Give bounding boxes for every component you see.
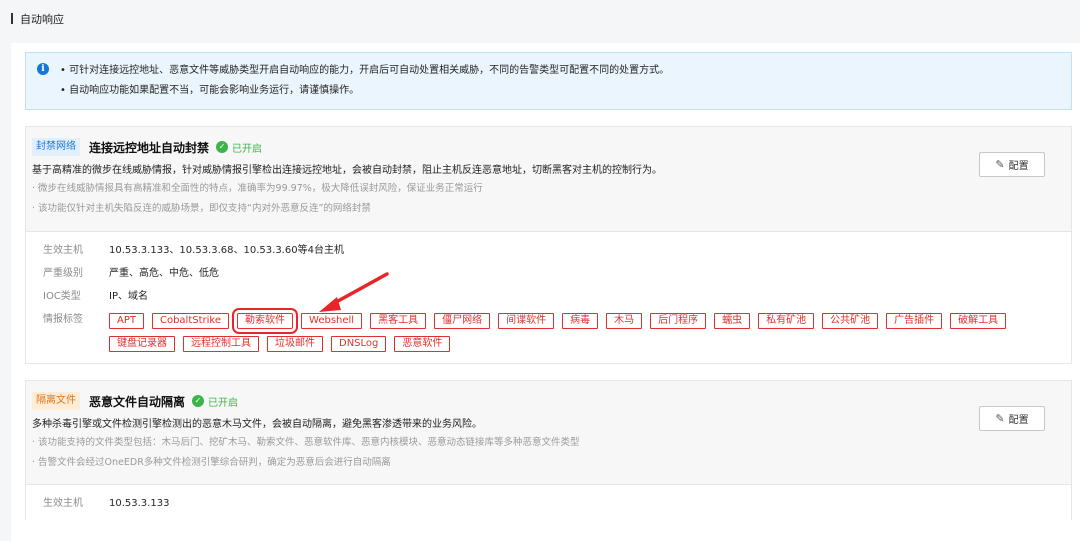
intel-tag: 广告插件 [886, 313, 943, 329]
card-note: · 该功能仅针对主机失陷反连的威胁场景，即仅支持“内对外恶意反连”的网络封禁 [32, 203, 371, 214]
row-value: IP、域名 [109, 291, 148, 302]
intel-tag: 远程控制工具 [183, 336, 259, 352]
intel-tag: 公共矿池 [822, 313, 879, 329]
notice-line: • 自动响应功能如果配置不当，可能会影响业务运行，请谨慎操作。 [60, 85, 360, 96]
intel-tag: DNSLog [331, 336, 387, 352]
row-value: 10.53.3.133、10.53.3.68、10.53.3.60等4台主机 [109, 245, 344, 256]
card-title: 恶意文件自动隔离 [89, 394, 186, 409]
card-description: 多种杀毒引擎或文件检测引擎检测出的恶意木马文件，会被自动隔离，避免黑客渗透带来的… [32, 419, 482, 430]
card-file-quarantine: 隔离文件 恶意文件自动隔离 ✓ 已开启 多种杀毒引擎或文件检测引擎检测出的恶意木… [25, 380, 1072, 520]
row-ioc: IOC类型 IP、域名 [43, 290, 1071, 313]
card-body: 生效主机 10.53.3.133、10.53.3.68、10.53.3.60等4… [26, 232, 1071, 359]
row-value: 严重、高危、中危、低危 [109, 268, 219, 279]
pencil-icon: ✎ [995, 412, 1005, 425]
notice-banner: i • 可针对连接远控地址、恶意文件等威胁类型开启自动响应的能力，开启后可自动处… [25, 52, 1072, 110]
category-badge: 封禁网络 [32, 138, 80, 156]
card-header: 隔离文件 恶意文件自动隔离 ✓ 已开启 多种杀毒引擎或文件检测引擎检测出的恶意木… [26, 381, 1071, 485]
page-title: 自动响应 [20, 12, 64, 26]
intel-tag: 垃圾邮件 [267, 336, 323, 352]
card-note: · 微步在线威胁情报具有高精准和全面性的特点，准确率为99.97%，极大降低误封… [32, 183, 483, 194]
config-label: 配置 [1008, 161, 1029, 172]
config-button[interactable]: ✎ 配置 [979, 152, 1045, 177]
intel-tag: 键盘记录器 [109, 336, 175, 352]
intel-tag: 木马 [606, 313, 643, 329]
page-header: 自动响应 [0, 0, 1080, 37]
content-panel: i • 可针对连接远控地址、恶意文件等威胁类型开启自动响应的能力，开启后可自动处… [11, 43, 1080, 541]
status-text: 已开启 [208, 397, 239, 409]
check-icon: ✓ [216, 141, 229, 153]
intel-tag: 病毒 [562, 313, 599, 329]
card-note: · 该功能支持的文件类型包括：木马后门、挖矿木马、勒索文件、恶意软件库、恶意内核… [32, 437, 580, 448]
row-hosts: 生效主机 10.53.3.133 [43, 497, 1071, 520]
row-label: IOC类型 [43, 291, 81, 302]
pencil-icon: ✎ [995, 158, 1005, 171]
intel-tag: 间谍软件 [498, 313, 555, 329]
card-note: · 告警文件会经过OneEDR多种文件检测引擎综合研判，确定为恶意后会进行自动隔… [32, 457, 391, 468]
config-label: 配置 [1008, 415, 1029, 426]
header-bar [11, 13, 13, 24]
intel-tag: 僵尸网络 [434, 313, 491, 329]
status-text: 已开启 [232, 143, 263, 155]
info-icon: i [37, 63, 49, 75]
check-icon: ✓ [192, 395, 205, 407]
row-value: 10.53.3.133 [109, 498, 170, 509]
category-badge: 隔离文件 [32, 392, 80, 410]
row-label: 生效主机 [43, 498, 83, 509]
intel-tag: CobaltStrike [151, 313, 230, 329]
intel-tag: APT [109, 313, 144, 329]
config-button[interactable]: ✎ 配置 [979, 406, 1045, 431]
row-label: 情报标签 [43, 314, 83, 325]
card-title: 连接远控地址自动封禁 [89, 140, 210, 155]
intel-tag: 后门程序 [650, 313, 707, 329]
tag-list: APT CobaltStrike 勒索软件 Webshell 黑客工具 僵尸网络… [109, 308, 1029, 359]
intel-tag: 蠕虫 [714, 313, 751, 329]
notice-line: • 可针对连接远控地址、恶意文件等威胁类型开启自动响应的能力，开启后可自动处置相… [60, 65, 670, 76]
row-hosts: 生效主机 10.53.3.133、10.53.3.68、10.53.3.60等4… [43, 244, 1071, 267]
row-label: 严重级别 [43, 268, 83, 279]
card-header: 封禁网络 连接远控地址自动封禁 ✓ 已开启 基于高精准的微步在线威胁情报，针对威… [26, 127, 1071, 232]
arrow-annotation [319, 272, 389, 312]
row-label: 生效主机 [43, 245, 83, 256]
intel-tag: 破解工具 [950, 313, 1007, 329]
card-remote-block: 封禁网络 连接远控地址自动封禁 ✓ 已开启 基于高精准的微步在线威胁情报，针对威… [25, 126, 1072, 364]
intel-tag: 恶意软件 [394, 336, 451, 352]
row-tags: 情报标签 APT CobaltStrike 勒索软件 Webshell 黑客工具… [43, 308, 1071, 359]
intel-tag-highlighted: 勒索软件 [232, 308, 299, 334]
card-body: 生效主机 10.53.3.133 [26, 485, 1071, 520]
intel-tag: 私有矿池 [758, 313, 815, 329]
row-severity: 严重级别 严重、高危、中危、低危 [43, 267, 1071, 290]
card-description: 基于高精准的微步在线威胁情报，针对威胁情报引擎检出连接远控地址，会被自动封禁，阻… [32, 165, 662, 176]
